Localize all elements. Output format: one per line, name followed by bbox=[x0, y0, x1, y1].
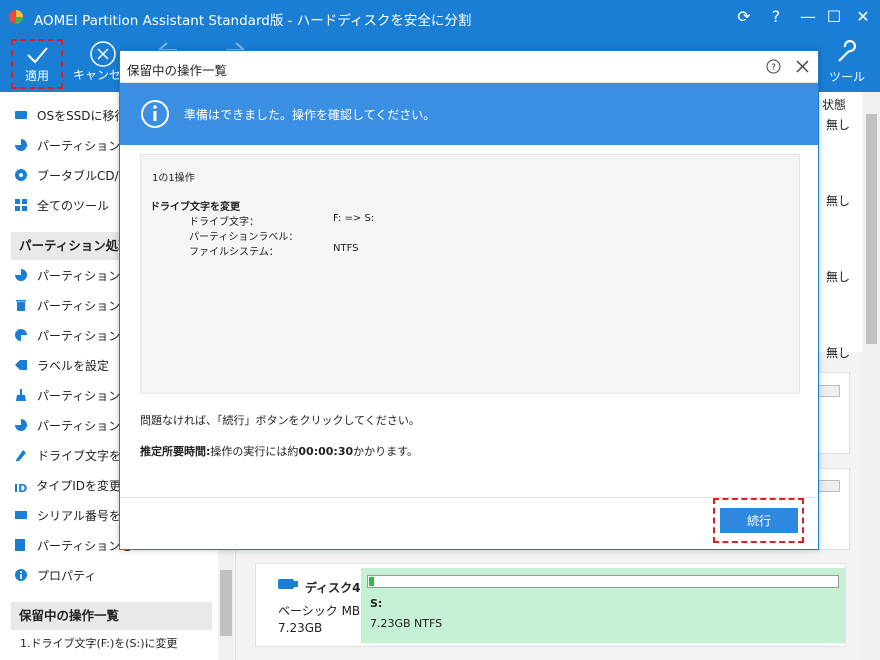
dialog-help-icon[interactable]: ? bbox=[766, 59, 781, 74]
partition-chart-icon bbox=[15, 419, 27, 431]
sidebar-item-label: ブータブルCD/U bbox=[37, 169, 128, 183]
usb-disk-icon bbox=[278, 579, 298, 589]
status-value: 無し bbox=[826, 118, 851, 132]
sidebar-item-label: ドライブ文字を bbox=[37, 449, 122, 463]
sidebar-item-label: シリアル番号を bbox=[37, 509, 121, 523]
minimize-icon[interactable]: — bbox=[796, 5, 820, 29]
partition-resize-icon bbox=[15, 269, 27, 281]
estimated-time-label: 推定所要時間: bbox=[140, 445, 211, 458]
sidebar-item-label: パーティションを bbox=[37, 539, 133, 553]
operation-count: 1の1操作 bbox=[152, 173, 195, 184]
partition-usage-fill bbox=[369, 577, 374, 586]
op-key-filesystem: ファイルシステム： bbox=[189, 247, 279, 258]
op-key-partition-label: パーティションラベル： bbox=[189, 232, 299, 243]
sidebar-item-label: OSをSSDに移行 bbox=[37, 109, 127, 123]
apply-label: 適用 bbox=[24, 69, 49, 83]
sidebar-item-label: タイプIDを変更 bbox=[36, 479, 122, 493]
apply-button[interactable]: 適用 bbox=[11, 39, 63, 89]
sidebar-item-label: パーティションを bbox=[37, 389, 133, 403]
info-circle-icon bbox=[141, 100, 169, 128]
disk4-size: 7.23GB bbox=[278, 621, 323, 635]
maximize-icon[interactable]: ☐ bbox=[822, 5, 846, 29]
wrench-icon bbox=[838, 40, 856, 62]
partition-align-icon bbox=[15, 539, 25, 551]
sidebar-item-label: パーティションを bbox=[37, 299, 133, 313]
estimated-time-suffix: かかります。 bbox=[353, 445, 419, 458]
label-icon bbox=[15, 360, 27, 370]
dialog-title: 保留中の操作一覧 bbox=[127, 63, 228, 78]
bootable-cd-icon bbox=[15, 169, 27, 181]
partition-label: S: bbox=[370, 597, 383, 610]
status-header: 状態 bbox=[822, 98, 847, 112]
estimated-time-prefix: 操作の実行には約 bbox=[210, 445, 299, 458]
sidebar-item-label: パーティションを bbox=[37, 139, 133, 153]
operation-detail-panel: 1の1操作 ドライブ文字を変更 ドライブ文字： F: => S: パーティション… bbox=[140, 154, 800, 394]
wipe-partition-icon bbox=[16, 389, 26, 401]
pending-operations-dialog: 保留中の操作一覧 ? 準備はできました。操作を確認してください。 1の1操作 ド… bbox=[119, 50, 819, 550]
sidebar-scrollbar-thumb[interactable] bbox=[220, 570, 232, 636]
status-value: 無し bbox=[826, 346, 851, 360]
op-value-filesystem: NTFS bbox=[333, 243, 359, 254]
pending-operation-item[interactable]: 1.ドライブ文字(F:)を(S:)に変更 bbox=[20, 630, 220, 658]
tools-button[interactable]: ツール bbox=[815, 36, 879, 90]
title-bar: AOMEI Partition Assistant Standard版 - ハー… bbox=[0, 0, 880, 34]
sidebar-item-properties[interactable]: プロパティ bbox=[14, 562, 214, 590]
partition-info: 7.23GB NTFS bbox=[370, 617, 443, 630]
status-value: 無し bbox=[826, 270, 851, 284]
all-tools-icon bbox=[15, 199, 27, 211]
app-logo-icon bbox=[9, 10, 23, 24]
disk4-type: ベーシック MBR bbox=[278, 604, 360, 618]
partition-bar-fragment bbox=[818, 385, 840, 397]
sidebar-item-label: 全てのツール bbox=[37, 199, 110, 213]
estimated-time: 推定所要時間:操作の実行には約00:00:30かかります。 bbox=[140, 443, 418, 459]
pending-section-header: 保留中の操作一覧 bbox=[11, 602, 212, 630]
delete-partition-icon bbox=[16, 300, 26, 311]
sidebar-item-label: ラベルを設定 bbox=[37, 359, 110, 373]
dialog-info-text: 準備はできました。操作を確認してください。 bbox=[184, 108, 436, 122]
refresh-icon[interactable]: ⟳ bbox=[732, 5, 756, 29]
main-scrollbar-thumb[interactable] bbox=[866, 114, 877, 344]
partition-bar-fragment bbox=[818, 480, 840, 492]
serial-number-icon bbox=[15, 511, 27, 519]
sidebar-item-label: パーティションを bbox=[37, 329, 133, 343]
estimated-time-value: 00:00:30 bbox=[298, 445, 354, 458]
sidebar-item-label: パーティションパ bbox=[37, 419, 133, 433]
format-partition-icon bbox=[15, 329, 27, 341]
info-icon bbox=[15, 569, 27, 581]
sidebar-item-label: プロパティ bbox=[37, 569, 97, 583]
sidebar-item-label: パーティションを bbox=[37, 269, 133, 283]
partition-icon bbox=[15, 139, 27, 151]
os-migrate-icon bbox=[15, 111, 27, 119]
partition-usage-bar bbox=[367, 575, 839, 588]
help-icon[interactable]: ? bbox=[764, 5, 788, 29]
window-title: AOMEI Partition Assistant Standard版 - ハー… bbox=[34, 13, 472, 29]
drive-letter-icon bbox=[16, 450, 26, 461]
close-icon[interactable]: ✕ bbox=[851, 5, 875, 29]
confirm-text: 問題なければ、「続行」ボタンをクリックしてください。 bbox=[140, 414, 420, 427]
op-value-drive-letter: F: => S: bbox=[333, 213, 375, 224]
tools-label: ツール bbox=[828, 70, 865, 84]
dialog-title-bar: 保留中の操作一覧 ? bbox=[120, 51, 818, 83]
dialog-info-banner: 準備はできました。操作を確認してください。 bbox=[120, 83, 818, 145]
continue-button[interactable]: 続行 bbox=[720, 508, 798, 533]
cancel-icon bbox=[90, 41, 116, 67]
svg-text:?: ? bbox=[771, 63, 776, 73]
checkmark-icon bbox=[27, 47, 48, 64]
disk4-name: ディスク4 bbox=[305, 581, 361, 595]
type-id-icon: ID bbox=[14, 482, 28, 495]
operation-title: ドライブ文字を変更 bbox=[150, 202, 240, 213]
dialog-close-icon[interactable] bbox=[796, 60, 809, 73]
status-value: 無し bbox=[826, 194, 851, 208]
op-key-drive-letter: ドライブ文字： bbox=[189, 217, 259, 228]
